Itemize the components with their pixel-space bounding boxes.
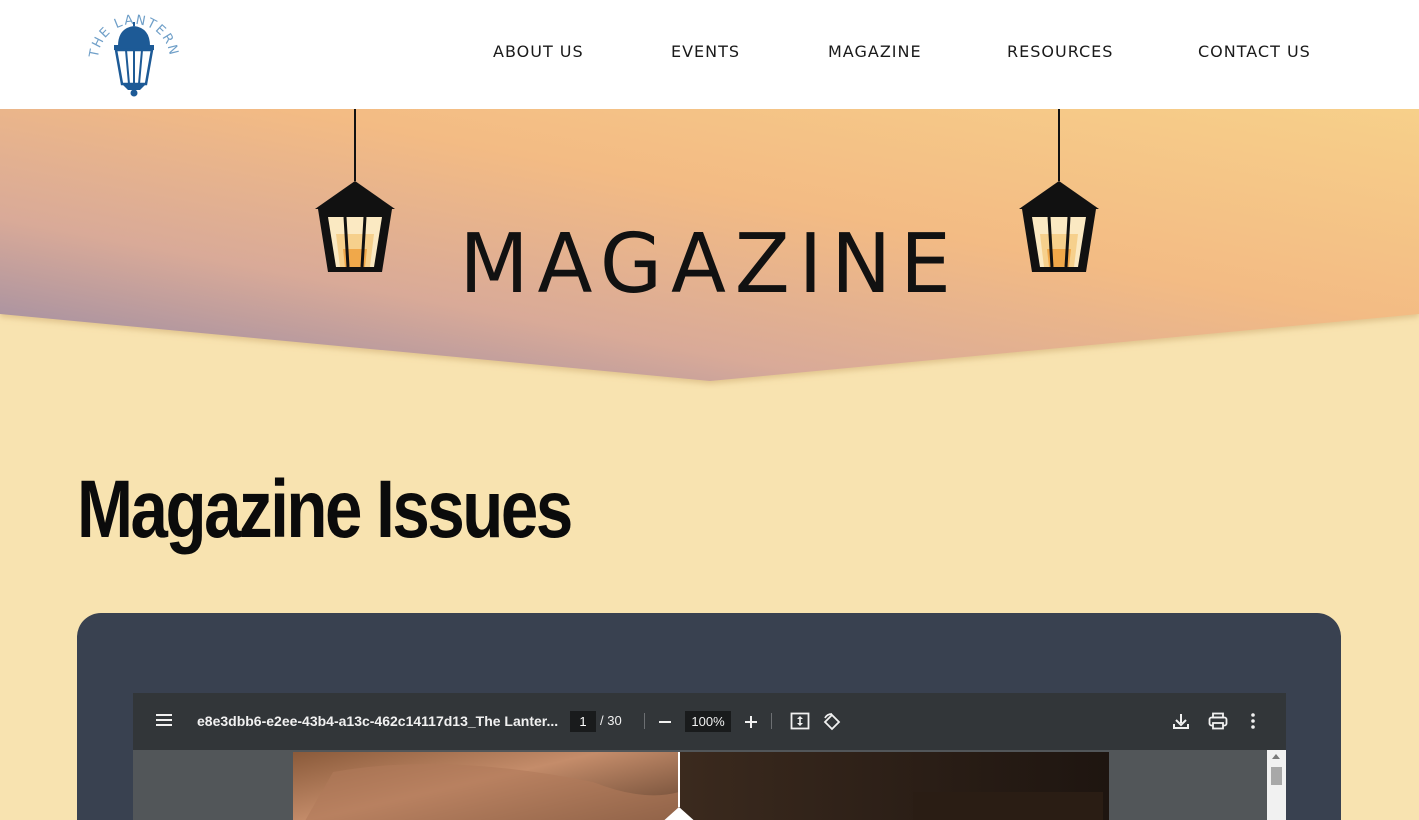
toolbar-divider (771, 713, 772, 729)
site-header: THE LANTERN ABOUT US EVENTS MAGAZINE RES… (0, 0, 1419, 109)
pdf-toolbar: e8e3dbb6-e2ee-43b4-a13c-462c14117d13_The… (133, 693, 1286, 750)
nav-contact-us[interactable]: CONTACT US (1198, 42, 1311, 61)
nav-about-us[interactable]: ABOUT US (493, 42, 584, 61)
zoom-out-icon[interactable] (657, 714, 673, 730)
download-icon[interactable] (1172, 712, 1190, 730)
zoom-level-input[interactable]: 100% (685, 711, 731, 732)
print-icon[interactable] (1208, 712, 1228, 730)
pdf-scrollbar[interactable] (1267, 750, 1286, 820)
pdf-filename: e8e3dbb6-e2ee-43b4-a13c-462c14117d13_The… (197, 713, 559, 729)
hero-banner: MAGAZINE (0, 109, 1419, 389)
hero-title: MAGAZINE (459, 217, 960, 312)
section-title: Magazine Issues (77, 464, 573, 555)
scroll-thumb[interactable] (1271, 767, 1282, 785)
pdf-viewer[interactable]: e8e3dbb6-e2ee-43b4-a13c-462c14117d13_The… (133, 693, 1286, 820)
fit-page-icon[interactable] (790, 712, 810, 730)
nav-events[interactable]: EVENTS (671, 42, 740, 61)
nav-magazine[interactable]: MAGAZINE (828, 42, 922, 61)
page-total: / 30 (600, 713, 622, 728)
magazine-cover-image (293, 752, 1109, 820)
nav-resources[interactable]: RESOURCES (1007, 42, 1113, 61)
zoom-in-icon[interactable] (743, 714, 759, 730)
main-nav: ABOUT US EVENTS MAGAZINE RESOURCES CONTA… (0, 42, 1419, 66)
rotate-icon[interactable] (822, 712, 842, 732)
more-options-icon[interactable] (1248, 712, 1258, 730)
pdf-page-preview (293, 752, 1109, 820)
page-number-input[interactable]: 1 (570, 711, 596, 732)
menu-icon[interactable] (155, 712, 173, 728)
toolbar-divider (644, 713, 645, 729)
scroll-up-icon[interactable] (1272, 754, 1280, 759)
